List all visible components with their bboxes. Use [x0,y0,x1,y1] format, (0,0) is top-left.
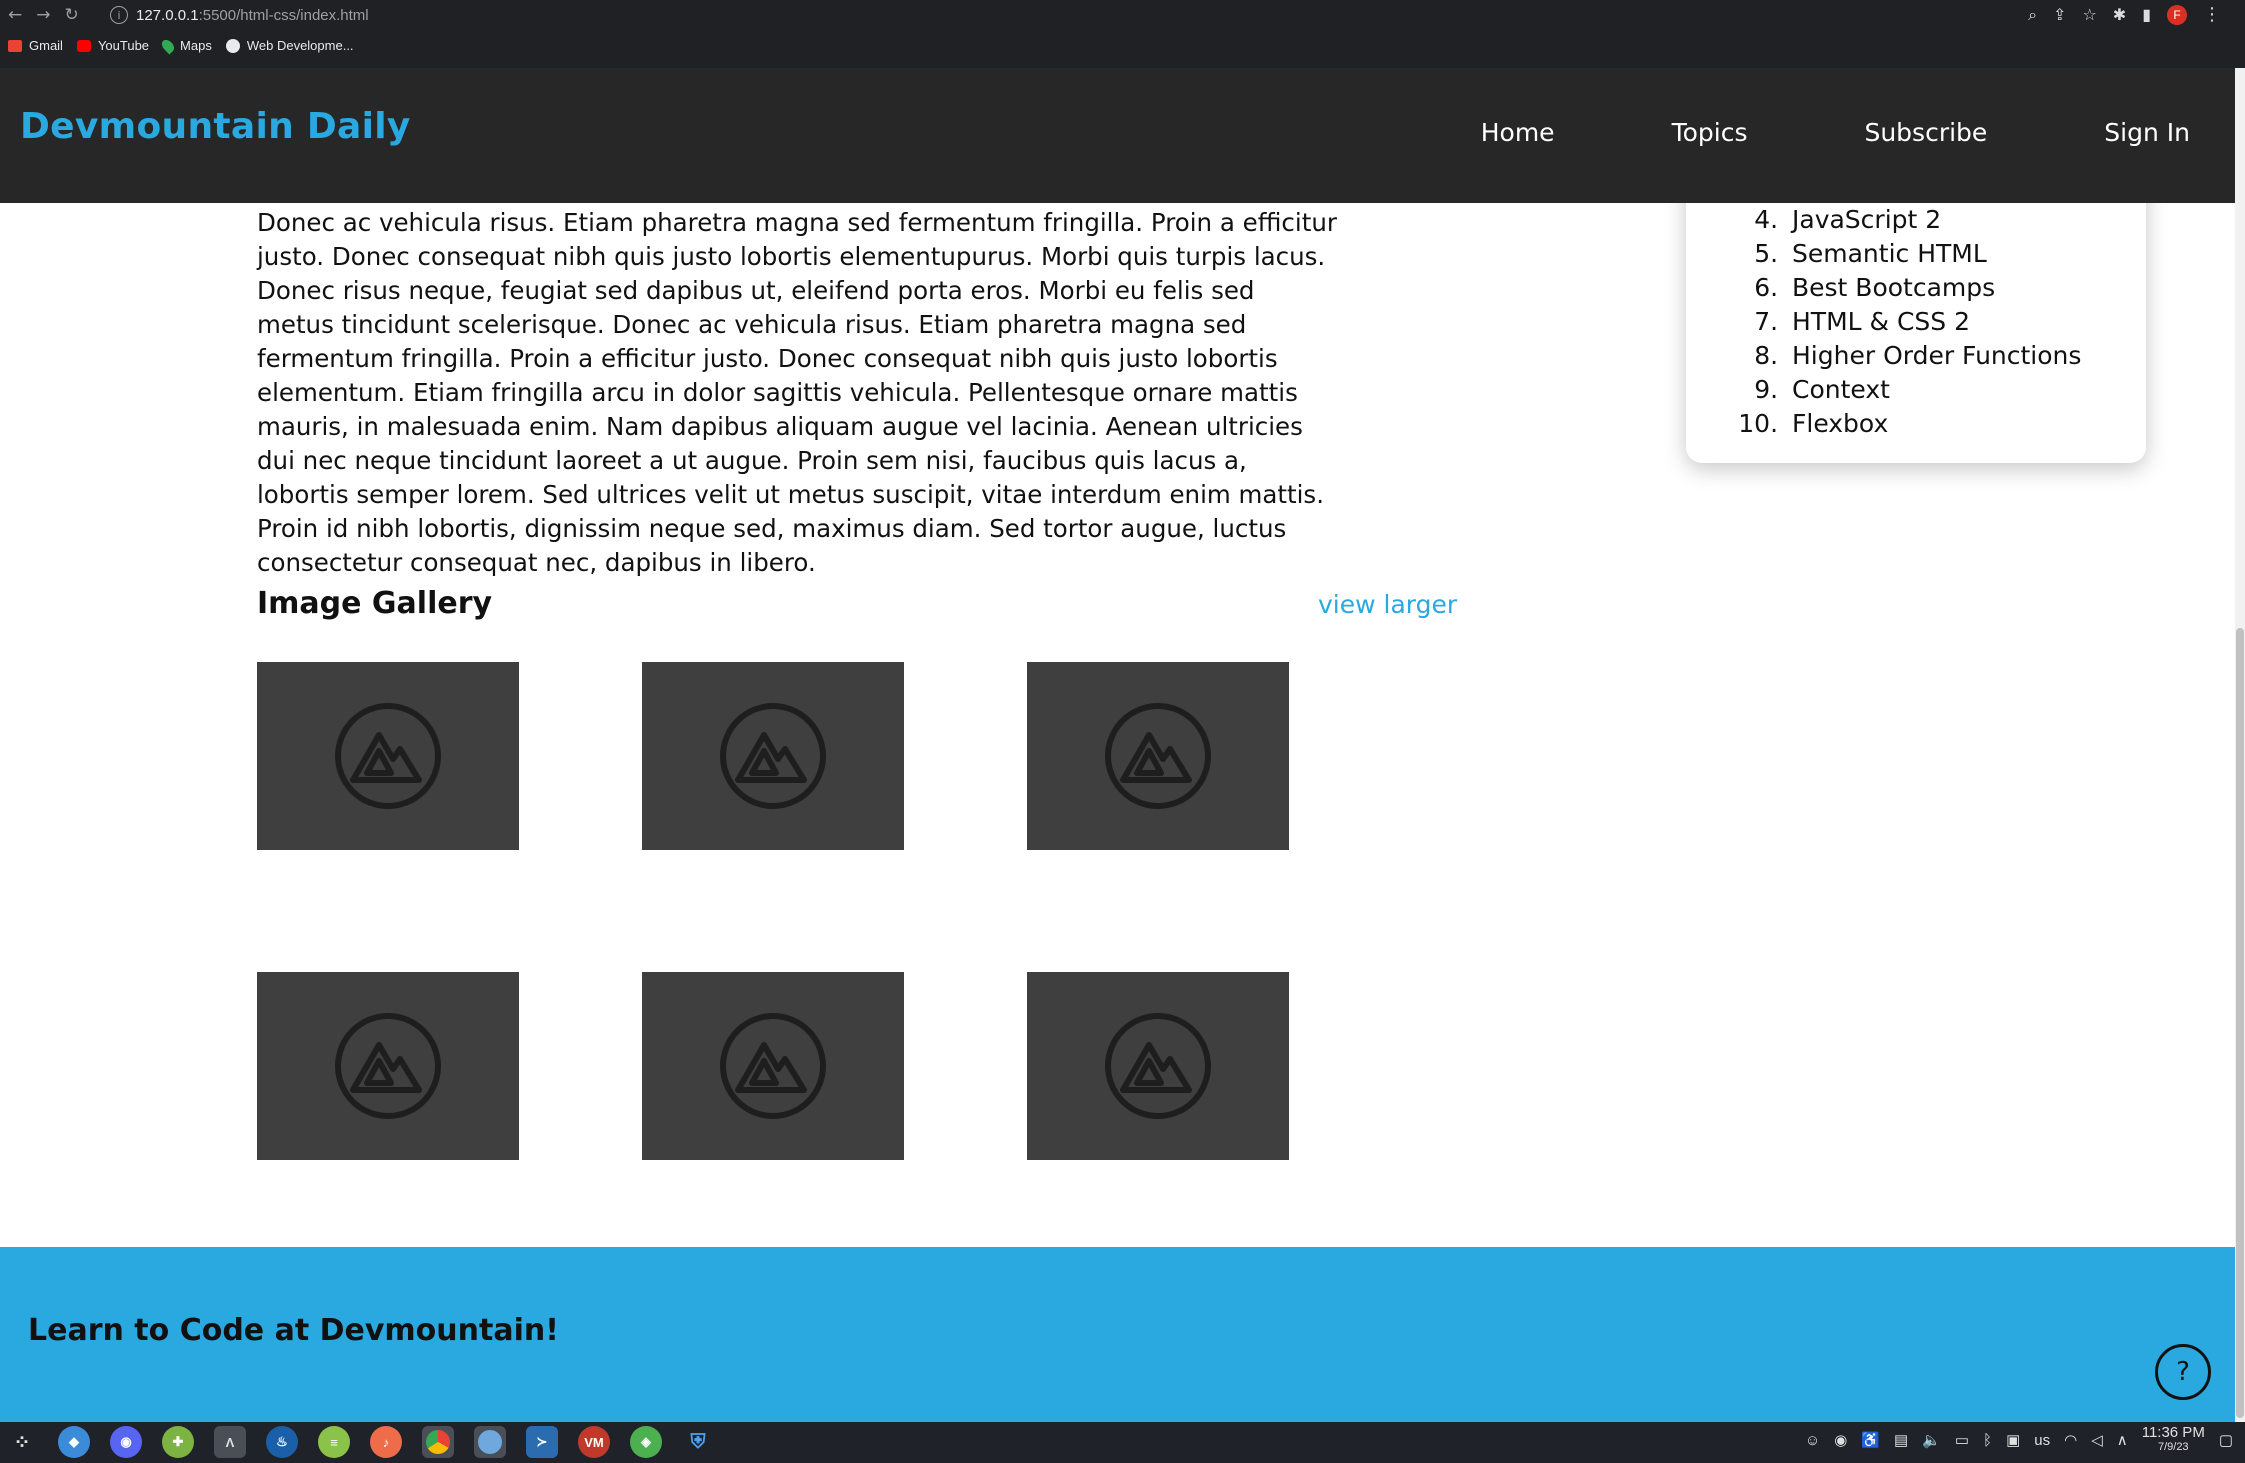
game-app-icon[interactable]: ✚ [162,1426,194,1458]
image-placeholder-icon [1105,703,1211,809]
scrollbar-thumb[interactable] [2236,628,2244,1418]
topic-item[interactable]: Flexbox [1786,407,2081,441]
image-placeholder-icon [720,1013,826,1119]
chrome-app-icon[interactable] [422,1426,454,1458]
topics-list: JavaScript 2 Semantic HTML Best Bootcamp… [1746,203,2081,441]
nav-topics[interactable]: Topics [1672,118,1748,147]
bookmarks-bar: Gmail YouTube Maps Web Developme... [8,37,354,54]
notes-app-icon[interactable]: ≡ [318,1426,350,1458]
extensions-icon[interactable]: ✱ [2113,5,2126,24]
discord-tray-icon[interactable]: ◉ [1834,1431,1847,1449]
maps-pin-icon [159,37,177,54]
speaker-icon[interactable]: ◁ [2091,1431,2103,1449]
show-desktop-icon[interactable]: ▢ [2219,1431,2233,1449]
main-content: Donec ac vehicula risus. Etiam pharetra … [0,203,2235,1247]
image-placeholder-icon [720,703,826,809]
menu-kebab-icon[interactable]: ⋮ [2203,4,2221,25]
bookmark-star-icon[interactable]: ☆ [2082,5,2096,24]
topic-item[interactable]: Semantic HTML [1786,237,2081,271]
page-scrollbar[interactable] [2235,68,2245,1422]
topic-item[interactable]: Higher Order Functions [1786,339,2081,373]
discord-app-icon[interactable]: ◉ [110,1426,142,1458]
taskbar-apps: ⁘ ◆ ◉ ✚ Λ ♨ ≡ ♪ ≻ VM ◈ ⛨ [6,1426,714,1458]
clock[interactable]: 11:36 PM 7/9/23 [2142,1425,2205,1455]
reload-icon[interactable]: ↻ [65,4,79,26]
youtube-icon [76,39,91,52]
clipboard-icon[interactable]: ▤ [1894,1431,1908,1449]
help-button[interactable]: ? [2155,1344,2211,1400]
gallery-image[interactable] [642,972,904,1160]
tray-expand-icon[interactable]: ∧ [2117,1431,2128,1449]
url-text[interactable]: 127.0.0.1:5500/html-css/index.html [136,7,369,24]
topic-item[interactable]: HTML & CSS 2 [1786,305,2081,339]
bookmark-youtube[interactable]: YouTube [76,38,149,53]
view-larger-link[interactable]: view larger [1318,590,1457,619]
forward-arrow-icon[interactable]: → [36,4,50,26]
display-icon[interactable]: ▣ [2006,1431,2020,1449]
gallery-image[interactable] [257,972,519,1160]
back-arrow-icon[interactable]: ← [8,4,22,26]
image-placeholder-icon [335,1013,441,1119]
vscode-app-icon[interactable]: ≻ [526,1426,558,1458]
volume-icon[interactable]: 🔈 [1922,1431,1941,1449]
zoom-icon[interactable]: ⌕ [2028,5,2037,25]
bluetooth-icon[interactable]: ᛒ [1983,1432,1992,1449]
nav-sign-in[interactable]: Sign In [2104,118,2190,147]
site-info-icon[interactable]: i [110,6,128,24]
arch-app-icon[interactable]: Λ [214,1426,246,1458]
shield-app-icon[interactable]: ⛨ [682,1426,714,1458]
site-logo-title[interactable]: Devmountain Daily [20,106,411,147]
bookmark-maps[interactable]: Maps [159,37,212,54]
browser-nav-buttons: ← → ↻ [8,4,79,26]
keyboard-layout[interactable]: us [2034,1432,2050,1449]
site-header: Devmountain Daily Home Topics Subscribe … [0,68,2235,203]
side-panel-icon[interactable]: ▮ [2142,5,2151,24]
topic-item[interactable]: Context [1786,373,2081,407]
system-tray: ☺ ◉ ♿ ▤ 🔈 ▭ ᛒ ▣ us ◠ ◁ ∧ 11:36 PM 7/9/23… [1805,1425,2233,1455]
os-taskbar: ⁘ ◆ ◉ ✚ Λ ♨ ≡ ♪ ≻ VM ◈ ⛨ ☺ ◉ ♿ ▤ 🔈 ▭ ᛒ ▣… [0,1422,2245,1463]
image-placeholder-icon [335,703,441,809]
gmail-icon [8,39,22,52]
gallery-image[interactable] [1027,972,1289,1160]
bookmark-web-development[interactable]: Web Developme... [225,38,354,53]
topic-item[interactable]: Best Bootcamps [1786,271,2081,305]
files-app-icon[interactable] [474,1426,506,1458]
browser-actions: ⌕ ⇪ ☆ ✱ ▮ F ⋮ [2028,4,2221,25]
vm-app-icon[interactable]: VM [578,1426,610,1458]
nav-subscribe[interactable]: Subscribe [1864,118,1987,147]
accessibility-icon[interactable]: ♿ [1861,1431,1880,1449]
nav-home[interactable]: Home [1481,118,1555,147]
site-nav: Home Topics Subscribe Sign In [1481,118,2190,147]
music-app-icon[interactable]: ♪ [370,1426,402,1458]
image-placeholder-icon [1105,1013,1211,1119]
wifi-icon[interactable]: ◠ [2064,1431,2077,1449]
site-footer: Learn to Code at Devmountain! ? [0,1247,2235,1422]
footer-cta: Learn to Code at Devmountain! [28,1313,559,1348]
battery-icon[interactable]: ▭ [1955,1431,1969,1449]
browser-toolbar: ← → ↻ i 127.0.0.1:5500/html-css/index.ht… [0,0,2245,68]
gallery-image[interactable] [1027,662,1289,850]
settings-app-icon[interactable]: ◆ [58,1426,90,1458]
article-body: Donec ac vehicula risus. Etiam pharetra … [257,207,1337,577]
gallery-title: Image Gallery [257,586,493,621]
share-icon[interactable]: ⇪ [2053,5,2066,24]
topics-sidebar: JavaScript 2 Semantic HTML Best Bootcamp… [1686,203,2146,463]
topic-item[interactable]: JavaScript 2 [1786,203,2081,237]
gallery-image[interactable] [257,662,519,850]
address-bar[interactable]: i 127.0.0.1:5500/html-css/index.html [110,3,369,27]
bookmark-gmail[interactable]: Gmail [8,38,63,53]
steam-app-icon[interactable]: ♨ [266,1426,298,1458]
profile-avatar[interactable]: F [2167,4,2187,25]
user-icon[interactable]: ☺ [1805,1432,1820,1449]
globe-icon [225,38,240,53]
diamond-app-icon[interactable]: ◈ [630,1426,662,1458]
app-launcher-icon[interactable]: ⁘ [6,1426,38,1458]
gallery-image[interactable] [642,662,904,850]
